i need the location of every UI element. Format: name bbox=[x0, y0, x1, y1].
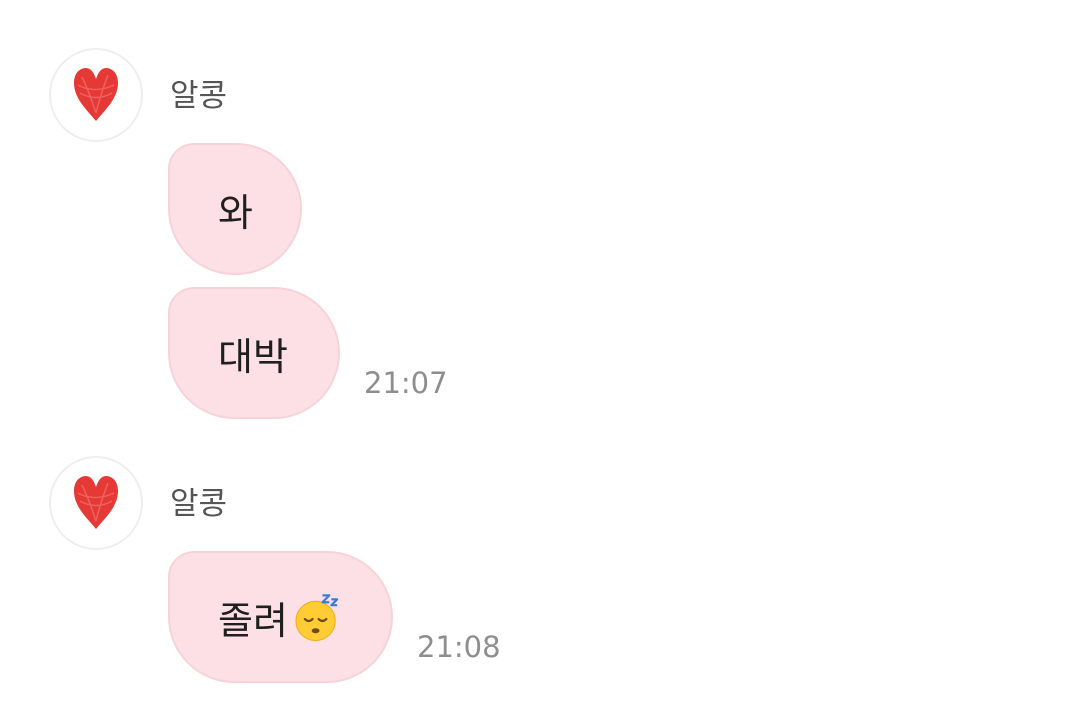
sender-avatar[interactable] bbox=[49, 456, 143, 550]
red-heart-icon bbox=[74, 476, 118, 529]
sender-name: 알콩 bbox=[170, 486, 228, 522]
message-group: 알콩 졸려 21:08 bbox=[0, 0, 1080, 712]
message-bubble[interactable]: 졸려 bbox=[168, 551, 393, 683]
sleeping-face-icon bbox=[295, 594, 339, 642]
message-text: 졸려 bbox=[218, 598, 288, 643]
message-timestamp: 21:08 bbox=[417, 630, 501, 664]
